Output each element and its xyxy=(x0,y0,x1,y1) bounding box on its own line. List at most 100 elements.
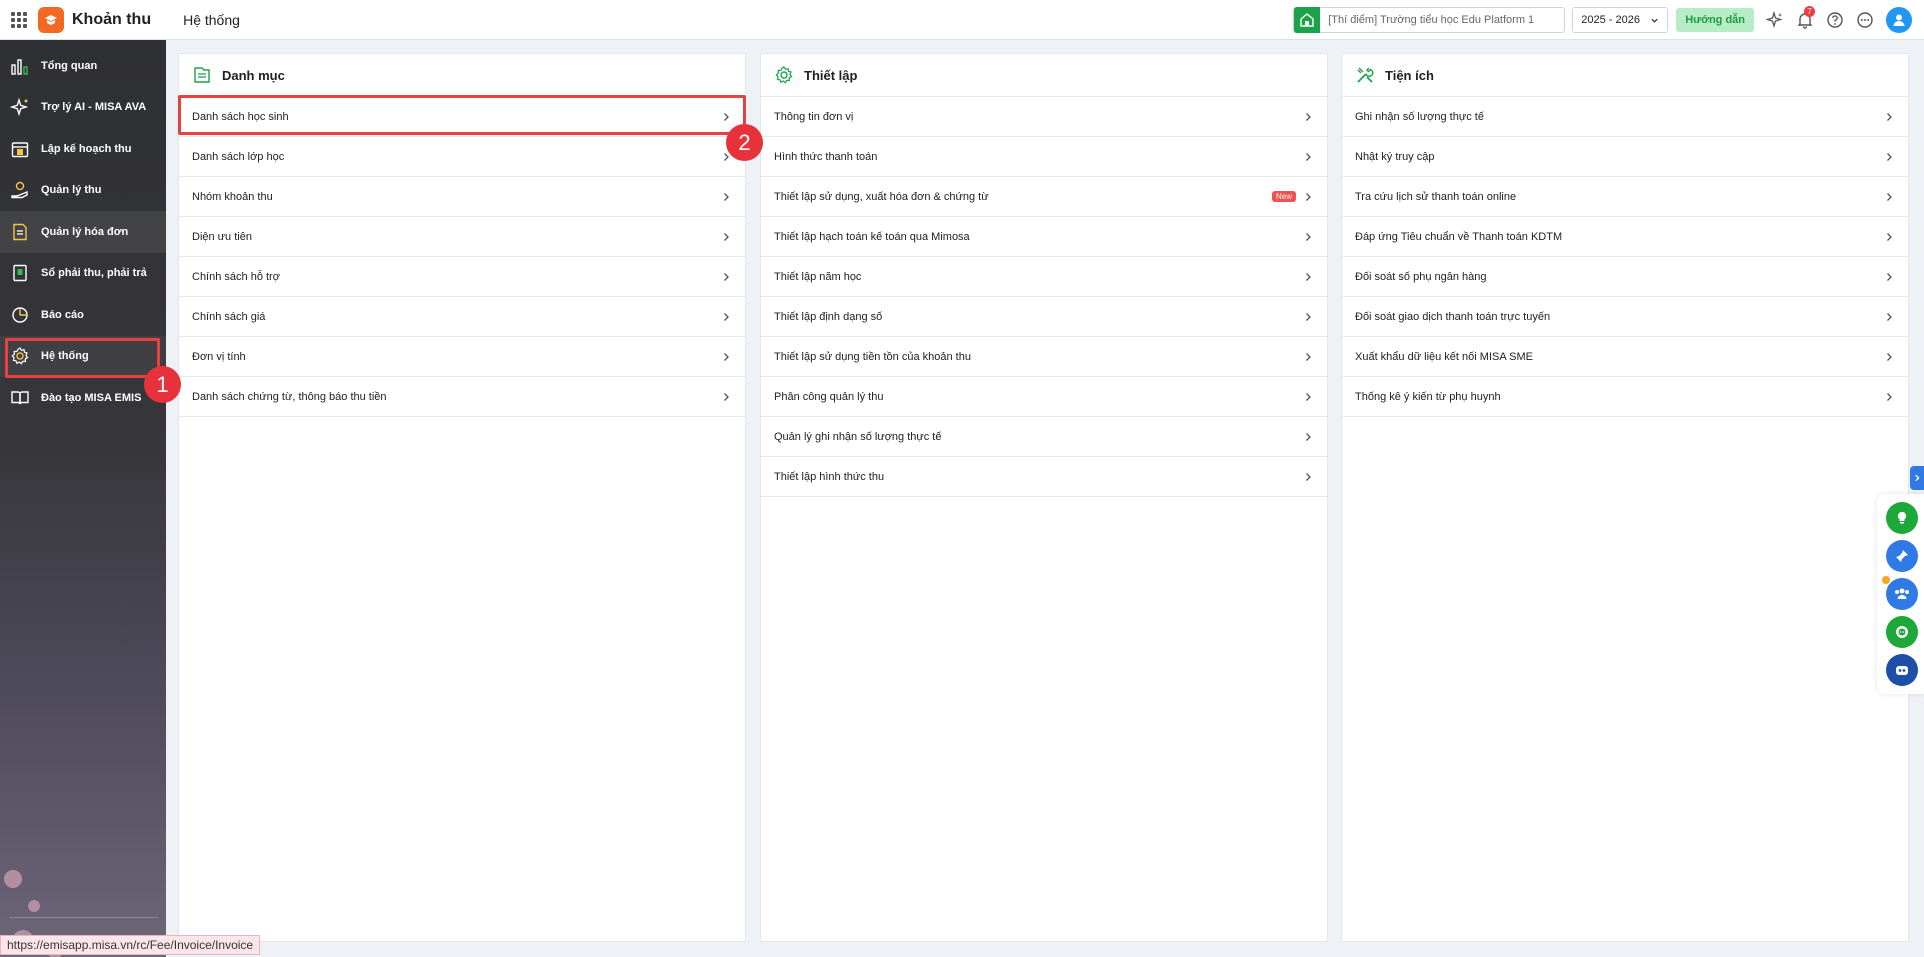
chevron-right-icon xyxy=(1883,311,1895,323)
pin-button[interactable] xyxy=(1886,540,1918,572)
list-item-label: Danh sách lớp học xyxy=(192,150,285,163)
step-2-badge: 2 xyxy=(726,124,763,161)
notification-dot xyxy=(1882,576,1890,584)
sparkle-icon xyxy=(1766,11,1783,29)
chevron-right-icon xyxy=(720,351,732,363)
list-item-thong-tin-don-vi[interactable]: Thông tin đơn vị xyxy=(761,97,1327,137)
chevron-right-icon xyxy=(1883,351,1895,363)
chart-bar-icon xyxy=(9,55,31,77)
list-item-label: Đối soát số phụ ngân hàng xyxy=(1355,270,1487,283)
list-item-doi-soat-ngan-hang[interactable]: Đối soát số phụ ngân hàng xyxy=(1342,257,1908,297)
tools-icon xyxy=(1354,64,1376,86)
sidebar-item-tong-quan[interactable]: Tổng quan xyxy=(0,45,166,87)
list-item-thiet-lap-nam-hoc[interactable]: Thiết lập năm học xyxy=(761,257,1327,297)
community-button[interactable] xyxy=(1882,576,1918,610)
float-collapse-button[interactable] xyxy=(1910,466,1924,490)
ai-sparkle-button[interactable] xyxy=(1760,0,1790,40)
sidebar-item-tro-ly-ai[interactable]: Trợ lý AI - MISA AVA xyxy=(0,87,166,129)
guide-button[interactable]: Hướng dẫn xyxy=(1676,8,1754,32)
chevron-right-icon xyxy=(1302,471,1314,483)
chevron-right-icon xyxy=(720,391,732,403)
list-item-nhom-khoan-thu[interactable]: Nhóm khoản thu xyxy=(179,177,745,217)
list-item-thiet-lap-hoa-don[interactable]: Thiết lập sử dụng, xuất hóa đơn & chứng … xyxy=(761,177,1327,217)
list-item-ghi-nhan-so-luong[interactable]: Quản lý ghi nhận số lượng thực tế xyxy=(761,417,1327,457)
help-icon xyxy=(1827,12,1843,28)
list-item-kdtm[interactable]: Đáp ứng Tiêu chuẩn về Thanh toán KDTM xyxy=(1342,217,1908,257)
danh-muc-header: Danh mục xyxy=(179,54,745,97)
ledger-icon xyxy=(9,262,31,284)
list-item-thong-ke-y-kien[interactable]: Thống kê ý kiến từ phụ huynh xyxy=(1342,377,1908,417)
sidebar-item-label: Tổng quan xyxy=(41,59,98,72)
list-item-tra-cuu-lich-su[interactable]: Tra cứu lịch sử thanh toán online xyxy=(1342,177,1908,217)
list-item-label: Thông tin đơn vị xyxy=(774,110,854,123)
app-launcher-button[interactable] xyxy=(0,0,38,40)
help-button[interactable] xyxy=(1820,0,1850,40)
chat-bot-button[interactable] xyxy=(1886,616,1918,648)
sidebar-item-quan-ly-hoa-don[interactable]: Quản lý hóa đơn xyxy=(0,211,166,253)
users-icon xyxy=(1895,588,1909,599)
list-item-label: Chính sách giá xyxy=(192,310,266,323)
chevron-right-icon xyxy=(1883,231,1895,243)
more-button[interactable] xyxy=(1850,0,1880,40)
list-item-hinh-thuc-thanh-toan[interactable]: Hình thức thanh toán xyxy=(761,137,1327,177)
sidebar-item-label: Trợ lý AI - MISA AVA xyxy=(41,101,147,114)
notification-button[interactable]: 7 xyxy=(1790,0,1820,40)
list-item-chinh-sach-ho-tro[interactable]: Chính sách hỗ trợ xyxy=(179,257,745,297)
list-item-ghi-nhan-thuc-te[interactable]: Ghi nhận số lượng thực tế xyxy=(1342,97,1908,137)
list-item-phan-cong[interactable]: Phân công quản lý thu xyxy=(761,377,1327,417)
list-item-nhat-ky-truy-cap[interactable]: Nhật ký truy cập xyxy=(1342,137,1908,177)
chevron-right-icon xyxy=(1883,191,1895,203)
list-item-hinh-thuc-thu[interactable]: Thiết lập hình thức thu xyxy=(761,457,1327,497)
list-item-xuat-khau-sme[interactable]: Xuất khẩu dữ liệu kết nối MISA SME xyxy=(1342,337,1908,377)
calendar-money-icon xyxy=(9,138,31,160)
sidebar-item-bao-cao[interactable]: Báo cáo xyxy=(0,294,166,336)
list-item-tien-ton[interactable]: Thiết lập sử dụng tiền tồn của khoản thu xyxy=(761,337,1327,377)
assistant-button[interactable] xyxy=(1886,654,1918,686)
list-item-danh-sach-chung-tu[interactable]: Danh sách chứng từ, thông báo thu tiền xyxy=(179,377,745,417)
tien-ich-list: Ghi nhận số lượng thực tế Nhật ký truy c… xyxy=(1342,97,1908,417)
danh-muc-title: Danh mục xyxy=(222,67,285,83)
list-item-don-vi-tinh[interactable]: Đơn vị tính xyxy=(179,337,745,377)
sidebar-divider xyxy=(10,917,158,918)
list-item-doi-soat-truc-tuyen[interactable]: Đối soát giao dịch thanh toán trực tuyến xyxy=(1342,297,1908,337)
grid-icon xyxy=(11,11,27,28)
sidebar-item-dao-tao[interactable]: Đào tạo MISA EMIS xyxy=(0,377,166,419)
list-item-label: Phân công quản lý thu xyxy=(774,390,884,403)
list-item-thiet-lap-hach-toan[interactable]: Thiết lập hạch toán kế toán qua Mimosa xyxy=(761,217,1327,257)
list-item-dien-uu-tien[interactable]: Diện ưu tiên xyxy=(179,217,745,257)
chevron-right-icon xyxy=(1302,311,1314,323)
chevron-right-icon xyxy=(720,231,732,243)
thiet-lap-title: Thiết lập xyxy=(804,67,858,83)
school-selector[interactable]: [Thí điểm] Trường tiểu học Edu Platform … xyxy=(1293,7,1566,33)
thiet-lap-panel: Thiết lập Thông tin đơn vị Hình thức tha… xyxy=(760,53,1328,942)
sidebar-item-label: Quản lý hóa đơn xyxy=(41,225,129,238)
money-hand-icon xyxy=(9,179,31,201)
invoice-icon xyxy=(9,221,31,243)
chevron-right-icon xyxy=(1915,474,1920,482)
list-item-label: Đáp ứng Tiêu chuẩn về Thanh toán KDTM xyxy=(1355,230,1563,243)
sidebar-item-label: Báo cáo xyxy=(41,308,84,321)
danh-muc-list: Danh sách học sinh Danh sách lớp học Nhó… xyxy=(179,97,745,417)
school-year-select[interactable]: 2025 - 2026 xyxy=(1572,7,1669,33)
list-item-label: Thiết lập định dạng số xyxy=(774,310,883,323)
chevron-right-icon xyxy=(1883,391,1895,403)
user-avatar[interactable] xyxy=(1886,7,1912,33)
sidebar-item-quan-ly-thu[interactable]: Quản lý thu xyxy=(0,170,166,212)
sidebar-item-label: Quản lý thu xyxy=(41,184,102,197)
list-item-label: Ghi nhận số lượng thực tế xyxy=(1355,110,1484,123)
lightbulb-icon xyxy=(1897,511,1907,524)
list-item-dinh-dang-so[interactable]: Thiết lập định dạng số xyxy=(761,297,1327,337)
step-1-badge: 1 xyxy=(144,366,181,403)
sidebar-item-lap-ke-hoach-thu[interactable]: Lập kế hoạch thu xyxy=(0,128,166,170)
pie-chart-icon xyxy=(9,304,31,326)
idea-button[interactable] xyxy=(1886,502,1918,534)
chevron-right-icon xyxy=(720,271,732,283)
chat-icon xyxy=(1896,626,1908,638)
chevron-down-icon xyxy=(1651,18,1658,23)
list-item-label: Thiết lập hình thức thu xyxy=(774,470,885,483)
sidebar-item-so-phai-thu[interactable]: Sổ phải thu, phải trả xyxy=(0,253,166,295)
sidebar-item-label: Lập kế hoạch thu xyxy=(41,142,132,155)
blossom-decoration xyxy=(4,870,22,888)
list-item-chinh-sach-gia[interactable]: Chính sách giá xyxy=(179,297,745,337)
list-item-danh-sach-lop-hoc[interactable]: Danh sách lớp học xyxy=(179,137,745,177)
